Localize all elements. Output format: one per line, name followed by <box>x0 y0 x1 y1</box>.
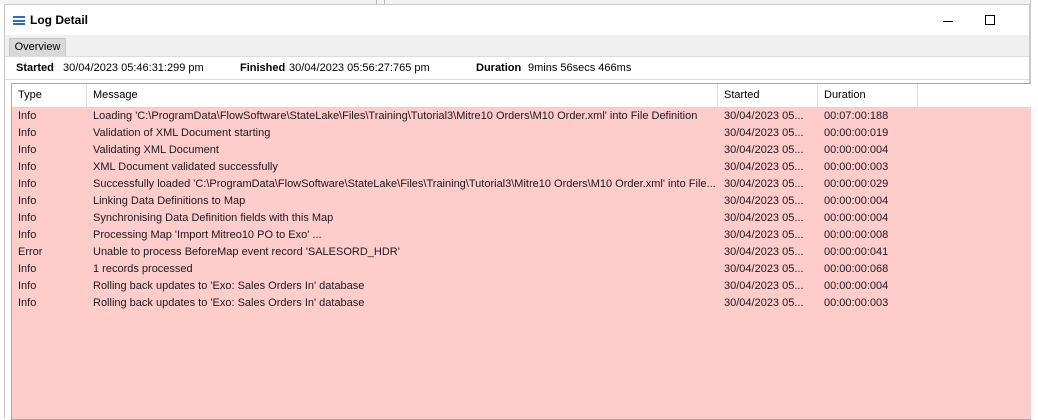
background-app-edge <box>1030 0 1038 419</box>
finished-label: Finished <box>240 62 286 74</box>
table-row[interactable]: Info 1 records processed 30/04/2023 05... 0… <box>12 261 1031 278</box>
cell-duration: 00:00:00:008 <box>824 229 889 241</box>
cell-type: Info <box>18 212 37 224</box>
cell-message: Rolling back updates to 'Exo: Sales Orde… <box>93 280 365 292</box>
table-row[interactable]: Info Rolling back updates to 'Exo: Sales … <box>12 278 1031 295</box>
cell-started: 30/04/2023 05... <box>724 246 804 258</box>
table-row[interactable]: Error Unable to process BeforeMap event r… <box>12 244 1031 261</box>
cell-started: 30/04/2023 05... <box>724 280 804 292</box>
cell-duration: 00:00:00:003 <box>824 161 889 173</box>
cell-duration: 00:00:00:068 <box>824 263 889 275</box>
cell-started: 30/04/2023 05... <box>724 110 804 122</box>
cell-duration: 00:00:00:029 <box>824 178 889 190</box>
cell-started: 30/04/2023 05... <box>724 297 804 309</box>
grid-header: Type Message Started Duration <box>12 84 1031 108</box>
cell-started: 30/04/2023 05... <box>724 195 804 207</box>
cell-started: 30/04/2023 05... <box>724 144 804 156</box>
cell-type: Info <box>18 127 37 139</box>
cell-message: Rolling back updates to 'Exo: Sales Orde… <box>93 297 365 309</box>
column-header-type[interactable]: Type <box>12 84 87 107</box>
cell-duration: 00:00:00:004 <box>824 280 889 292</box>
finished-value: 30/04/2023 05:56:27:765 pm <box>289 62 430 74</box>
cell-duration: 00:07:00:188 <box>824 110 889 122</box>
grid-rows: Info Loading 'C:\ProgramData\FlowSoftware… <box>12 108 1031 312</box>
cell-started: 30/04/2023 05... <box>724 229 804 241</box>
cell-type: Info <box>18 263 37 275</box>
cell-duration: 00:00:00:004 <box>824 144 889 156</box>
cell-type: Info <box>18 195 37 207</box>
cell-message: Successfully loaded 'C:\ProgramData\Flow… <box>93 178 716 190</box>
cell-started: 30/04/2023 05... <box>724 161 804 173</box>
cell-started: 30/04/2023 05... <box>724 178 804 190</box>
summary-bar: Started 30/04/2023 05:46:31:299 pm Finis… <box>5 56 1029 80</box>
maximize-icon[interactable] <box>981 11 1001 29</box>
cell-type: Info <box>18 178 37 190</box>
cell-duration: 00:00:00:041 <box>824 246 889 258</box>
duration-label: Duration <box>476 62 522 74</box>
table-row[interactable]: Info XML Document validated successfully 3… <box>12 159 1031 176</box>
cell-type: Info <box>18 229 37 241</box>
started-value: 30/04/2023 05:46:31:299 pm <box>63 62 204 74</box>
duration-value: 9mins 56secs 466ms <box>528 62 632 74</box>
cell-message: Unable to process BeforeMap event record… <box>93 246 400 258</box>
log-detail-window: Log Detail Overview Started 30/04/2023 0… <box>4 4 1031 420</box>
table-row[interactable]: Info Linking Data Definitions to Map 30/04… <box>12 193 1031 210</box>
table-row[interactable]: Info Processing Map 'Import Mitreo10 PO t… <box>12 227 1031 244</box>
cell-message: Linking Data Definitions to Map <box>93 195 246 207</box>
cell-started: 30/04/2023 05... <box>724 127 804 139</box>
cell-type: Info <box>18 110 37 122</box>
cell-duration: 00:00:00:019 <box>824 127 889 139</box>
cell-type: Error <box>18 246 43 258</box>
tab-overview[interactable]: Overview <box>9 38 66 56</box>
table-row[interactable]: Info Validating XML Document 30/04/2023 05… <box>12 142 1031 159</box>
list-icon <box>13 16 25 25</box>
cell-message: 1 records processed <box>93 263 193 275</box>
cell-started: 30/04/2023 05... <box>724 212 804 224</box>
cell-type: Info <box>18 161 37 173</box>
window-title: Log Detail <box>30 13 89 27</box>
cell-type: Info <box>18 297 37 309</box>
minimize-icon[interactable] <box>939 11 959 29</box>
cell-duration: 00:00:00:004 <box>824 195 889 207</box>
column-header-message[interactable]: Message <box>87 84 718 107</box>
cell-duration: 00:00:00:003 <box>824 297 889 309</box>
cell-message: Loading 'C:\ProgramData\FlowSoftware\Sta… <box>93 110 698 122</box>
table-row[interactable]: Info Successfully loaded 'C:\ProgramData\… <box>12 176 1031 193</box>
tab-strip: Overview <box>5 35 1029 56</box>
table-row[interactable]: Info Synchronising Data Definition fields… <box>12 210 1031 227</box>
cell-type: Info <box>18 280 37 292</box>
column-header-started[interactable]: Started <box>718 84 818 107</box>
cell-message: Validating XML Document <box>93 144 219 156</box>
cell-message: Synchronising Data Definition fields wit… <box>93 212 334 224</box>
log-grid: Type Message Started Duration Info Loadin… <box>11 83 1031 420</box>
cell-message: Processing Map 'Import Mitreo10 PO to Ex… <box>93 229 322 241</box>
table-row[interactable]: Info Rolling back updates to 'Exo: Sales … <box>12 295 1031 312</box>
cell-started: 30/04/2023 05... <box>724 263 804 275</box>
table-row[interactable]: Info Loading 'C:\ProgramData\FlowSoftware… <box>12 108 1031 125</box>
title-bar[interactable]: Log Detail <box>5 5 1029 35</box>
table-row[interactable]: Info Validation of XML Document starting 3… <box>12 125 1031 142</box>
cell-type: Info <box>18 144 37 156</box>
cell-duration: 00:00:00:004 <box>824 212 889 224</box>
started-label: Started <box>16 62 54 74</box>
cell-message: XML Document validated successfully <box>93 161 278 173</box>
cell-message: Validation of XML Document starting <box>93 127 271 139</box>
column-header-duration[interactable]: Duration <box>818 84 918 107</box>
